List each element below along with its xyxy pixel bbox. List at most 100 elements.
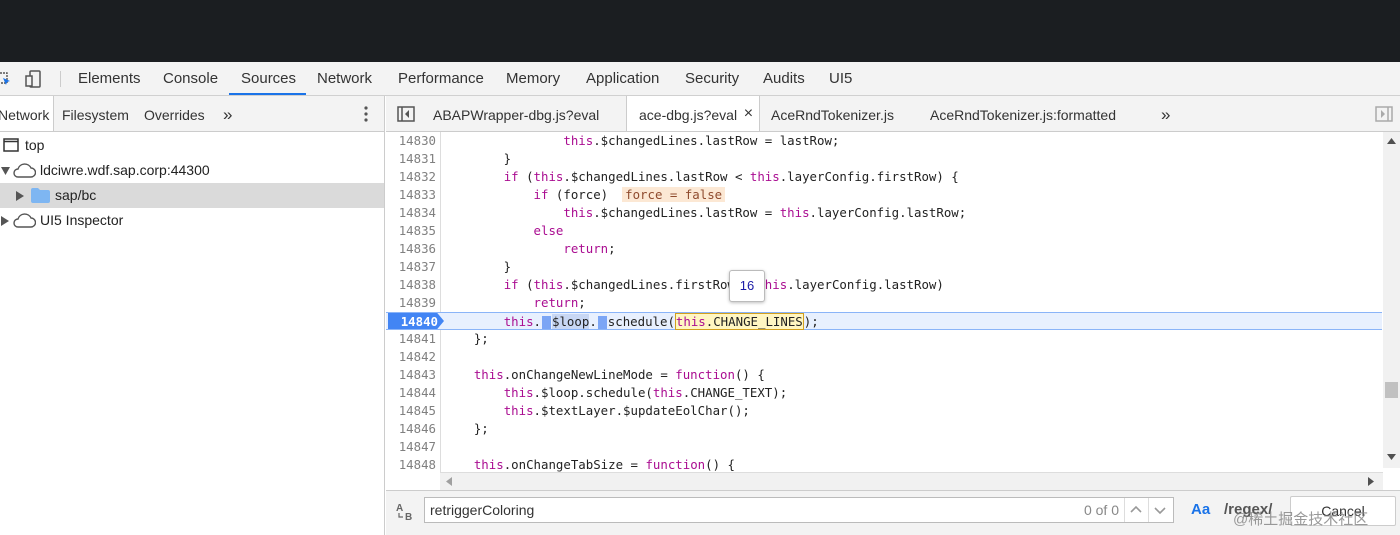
line-number[interactable]: 14845 (386, 402, 436, 420)
frame-icon (3, 138, 19, 152)
tab-performance[interactable]: Performance (398, 62, 484, 95)
tab-sources[interactable]: Sources (241, 62, 296, 95)
tree-item-domain[interactable]: ldciwre.wdf.sap.corp:44300 (0, 158, 384, 183)
line-number[interactable]: 14842 (386, 348, 436, 366)
inspect-element-icon[interactable] (0, 62, 12, 96)
devtools-main-tabs: Elements Console Sources Network Perform… (0, 62, 1400, 96)
code-line[interactable]: 14838 if (this.$changedLines.firstRow > … (386, 276, 1382, 294)
code-text: return; (533, 295, 586, 310)
line-number[interactable]: 14847 (386, 438, 436, 456)
line-number[interactable]: 14846 (386, 420, 436, 438)
code-line[interactable]: 14835 else (386, 222, 1382, 240)
code-text: this. $loop. schedule(this.CHANGE_LINES); (503, 313, 819, 330)
code-line[interactable]: 14847 (386, 438, 1382, 456)
tab-ui5[interactable]: UI5 (829, 62, 852, 95)
code-text: if (force) force = false (444, 186, 726, 204)
tab-memory[interactable]: Memory (506, 62, 560, 95)
navigator-tab-filesystem[interactable]: Filesystem (62, 96, 129, 131)
line-number[interactable]: 14833 (386, 186, 436, 204)
tab-application[interactable]: Application (586, 62, 659, 95)
breakpoint-marker[interactable]: 14840 (388, 313, 444, 329)
collapsed-triangle-icon[interactable] (16, 191, 24, 201)
line-number[interactable]: 14835 (386, 222, 436, 240)
code-line[interactable]: 14831 } (386, 150, 1382, 168)
scroll-down-icon[interactable] (1387, 454, 1396, 460)
line-number[interactable]: 14832 (386, 168, 436, 186)
match-case-button[interactable]: Aa (1191, 501, 1210, 518)
file-tab-ace-dbg[interactable]: ace-dbg.js?eval × (626, 95, 761, 133)
line-number[interactable]: 14836 (386, 240, 436, 258)
file-tab-acerndtokenizer[interactable]: AceRndTokenizer.js (771, 96, 894, 131)
code-line[interactable]: 14839 return; (386, 294, 1382, 312)
expanded-triangle-icon[interactable] (1, 167, 10, 175)
code-line[interactable]: 14848 this.onChangeTabSize = function() … (386, 456, 1382, 472)
tree-item-ui5-inspector[interactable]: UI5 Inspector (0, 208, 384, 233)
search-input-value: retriggerColoring (430, 502, 535, 518)
code-line[interactable]: 14840 this. $loop. schedule(this.CHANGE_LI… (386, 312, 1382, 330)
kebab-menu-icon[interactable] (360, 96, 372, 131)
next-match-icon[interactable] (1148, 498, 1171, 522)
step-marker[interactable] (597, 316, 607, 329)
scroll-left-icon[interactable] (446, 477, 452, 486)
tab-security[interactable]: Security (685, 62, 739, 95)
device-toolbar-icon[interactable] (24, 62, 44, 96)
line-number[interactable]: 14834 (386, 204, 436, 222)
code-line[interactable]: 14836 return; (386, 240, 1382, 258)
code-line[interactable]: 14843 this.onChangeNewLineMode = functio… (386, 366, 1382, 384)
code-line[interactable]: 14842 (386, 348, 1382, 366)
file-tab-acerndtokenizer-formatted[interactable]: AceRndTokenizer.js:formatted (930, 96, 1116, 131)
line-number[interactable]: 14839 (386, 294, 436, 312)
horizontal-scrollbar[interactable] (440, 472, 1383, 490)
collapsed-triangle-icon[interactable] (1, 216, 9, 226)
folder-icon (31, 188, 50, 203)
line-number[interactable]: 14831 (386, 150, 436, 168)
line-number[interactable]: 14841 (386, 330, 436, 348)
tab-elements[interactable]: Elements (78, 62, 141, 95)
code-line[interactable]: 14830 this.$changedLines.lastRow = lastR… (386, 132, 1382, 150)
code-line[interactable]: 14833 if (force) force = false (386, 186, 1382, 204)
line-number[interactable]: 14848 (386, 456, 436, 472)
previous-match-icon[interactable] (1124, 498, 1147, 522)
code-line[interactable]: 14845 this.$textLayer.$updateEolChar(); (386, 402, 1382, 420)
tab-console[interactable]: Console (163, 62, 218, 95)
replace-toggle-icon[interactable]: AB (396, 501, 416, 524)
code-line[interactable]: 14844 this.$loop.schedule(this.CHANGE_TE… (386, 384, 1382, 402)
editor-file-tabs: ABAPWrapper-dbg.js?eval ace-dbg.js?eval … (386, 96, 1400, 132)
more-tabs-icon[interactable]: » (223, 96, 232, 131)
scroll-up-icon[interactable] (1387, 138, 1396, 144)
toggle-navigator-icon[interactable] (396, 96, 418, 131)
code-text: } (444, 259, 512, 274)
toggle-debugger-icon[interactable] (1374, 96, 1394, 131)
scrollbar-thumb[interactable] (1385, 382, 1398, 398)
code-line[interactable]: 14834 this.$changedLines.lastRow = this.… (386, 204, 1382, 222)
close-tab-icon[interactable]: × (744, 95, 753, 133)
line-number[interactable]: 14843 (386, 366, 436, 384)
cloud-icon (13, 213, 36, 228)
code-view[interactable]: 14830 this.$changedLines.lastRow = lastR… (386, 132, 1386, 472)
line-number[interactable]: 14838 (386, 276, 436, 294)
tree-item-sap-bc[interactable]: sap/bc (0, 183, 384, 208)
code-line[interactable]: 14846 }; (386, 420, 1382, 438)
search-input[interactable]: retriggerColoring 0 of 0 (424, 497, 1174, 523)
window-titlebar (0, 0, 1400, 62)
tab-audits[interactable]: Audits (763, 62, 805, 95)
file-tab-abapwrapper[interactable]: ABAPWrapper-dbg.js?eval (433, 96, 599, 131)
code-line[interactable]: 14837 } (386, 258, 1382, 276)
navigator-tab-network[interactable]: Network (0, 96, 55, 131)
active-tab-indicator (229, 93, 306, 95)
more-file-tabs-icon[interactable]: » (1161, 96, 1170, 131)
scroll-right-icon[interactable] (1368, 477, 1374, 486)
line-number[interactable]: 14830 (386, 132, 436, 150)
code-line[interactable]: 14841 }; (386, 330, 1382, 348)
tree-item-top[interactable]: top (0, 133, 384, 158)
code-text: this.$loop.schedule(this.CHANGE_TEXT); (503, 385, 788, 400)
step-marker[interactable] (542, 316, 551, 329)
code-text: this.$changedLines.lastRow = lastRow; (563, 133, 840, 148)
navigator-tab-overrides[interactable]: Overrides (144, 96, 205, 131)
line-number[interactable]: 14844 (386, 384, 436, 402)
line-number[interactable]: 14837 (386, 258, 436, 276)
vertical-scrollbar[interactable] (1383, 132, 1400, 468)
code-line[interactable]: 14832 if (this.$changedLines.lastRow < t… (386, 168, 1382, 186)
tab-network[interactable]: Network (317, 62, 372, 95)
tree-item-label: ldciwre.wdf.sap.corp:44300 (40, 162, 210, 178)
